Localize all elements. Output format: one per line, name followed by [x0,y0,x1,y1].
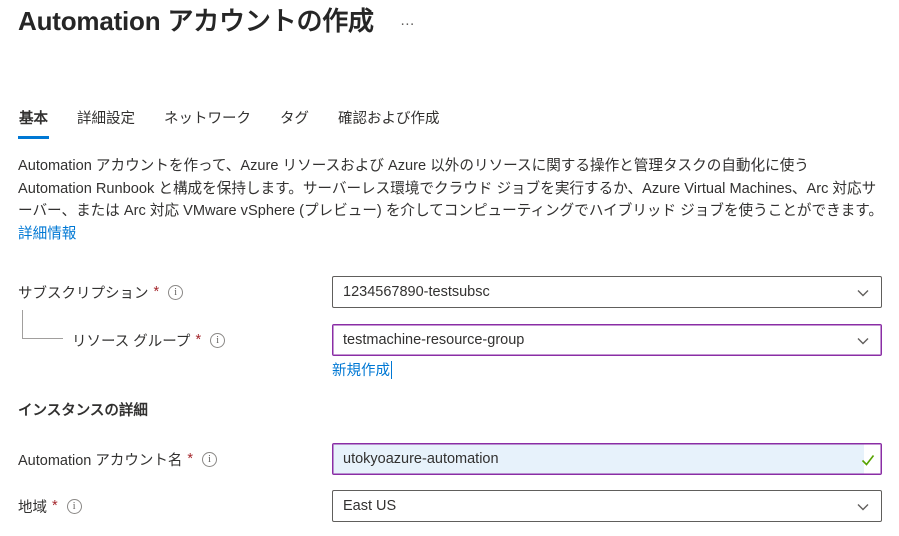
account-name-label: Automation アカウント名 [18,449,182,470]
tab-networking[interactable]: ネットワーク [163,107,252,139]
resource-group-row: リソース グループ * testmachine-resource-group [18,324,882,356]
more-options-button[interactable]: … [396,10,420,31]
resource-group-value: testmachine-resource-group [343,332,524,348]
region-dropdown[interactable]: East US [332,490,882,522]
tab-advanced[interactable]: 詳細設定 [76,107,136,139]
info-icon[interactable] [210,333,225,348]
create-automation-account-blade: Automation アカウントの作成 … 基本 詳細設定 ネットワーク タグ … [0,0,899,536]
text-cursor [391,361,392,379]
wizard-tabs: 基本 詳細設定 ネットワーク タグ 確認および作成 [18,107,468,139]
info-icon[interactable] [168,285,183,300]
blade-description: Automation アカウントを作って、Azure リソースおよび Azure… [18,155,884,245]
required-asterisk: * [52,498,58,514]
region-row: 地域 * East US [18,490,882,522]
tab-basics[interactable]: 基本 [18,107,49,139]
required-asterisk: * [187,451,193,467]
chevron-down-icon [856,286,870,304]
chevron-down-icon [856,334,870,352]
instance-details-heading: インスタンスの詳細 [18,399,148,420]
info-icon[interactable] [67,499,82,514]
subscription-row: サブスクリプション * 1234567890-testsubsc [18,276,882,308]
region-label: 地域 [18,496,47,517]
create-new-resource-group-link[interactable]: 新規作成 [332,359,390,380]
account-name-row: Automation アカウント名 * utokyoazure-automati… [18,443,882,475]
required-asterisk: * [154,284,160,300]
learn-more-link[interactable]: 詳細情報 [18,226,76,242]
account-name-label-group: Automation アカウント名 * [18,449,332,470]
create-new-row: 新規作成 [332,359,392,380]
page-title: Automation アカウントの作成 [18,4,374,38]
tab-tags[interactable]: タグ [279,107,310,139]
subscription-label-group: サブスクリプション * [18,282,332,303]
account-name-value: utokyoazure-automation [343,451,499,467]
resource-group-dropdown[interactable]: testmachine-resource-group [332,324,882,356]
account-name-input[interactable]: utokyoazure-automation [332,443,882,475]
resource-group-label: リソース グループ [72,330,190,351]
valid-check-icon [860,452,876,472]
tab-review-create[interactable]: 確認および作成 [337,107,441,139]
region-value: East US [343,498,396,514]
resource-group-label-group: リソース グループ * [18,330,332,351]
title-row: Automation アカウントの作成 … [18,4,420,38]
chevron-down-icon [856,500,870,518]
required-asterisk: * [195,332,201,348]
info-icon[interactable] [202,452,217,467]
subscription-value: 1234567890-testsubsc [343,284,490,300]
description-text: Automation アカウントを作って、Azure リソースおよび Azure… [18,158,883,219]
subscription-label: サブスクリプション [18,282,149,303]
subscription-dropdown[interactable]: 1234567890-testsubsc [332,276,882,308]
region-label-group: 地域 * [18,496,332,517]
